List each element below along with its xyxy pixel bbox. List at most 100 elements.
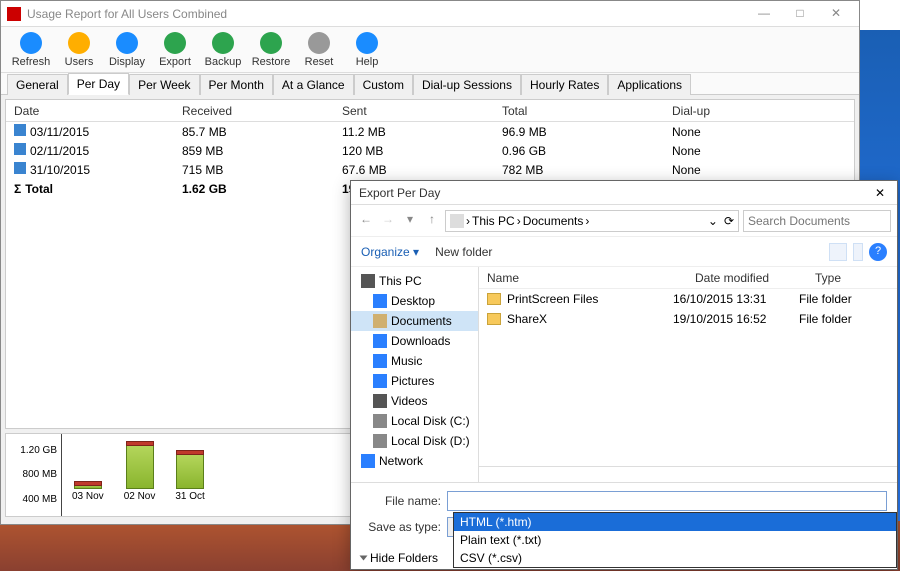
tree-item-pictures[interactable]: Pictures [351,371,478,391]
refresh-button[interactable]: Refresh [9,32,53,68]
nav-forward-button[interactable]: → [379,212,397,230]
table-row[interactable]: 31/10/2015715 MB67.6 MB782 MBNone [6,160,854,179]
filename-label: File name: [361,494,441,508]
view-dropdown-button[interactable] [853,243,863,261]
tool-label: Reset [305,56,334,68]
net-icon [361,454,375,468]
file-date: 16/10/2015 13:31 [673,292,793,306]
tree-label: Documents [391,314,452,328]
tree-item-music[interactable]: Music [351,351,478,371]
users-button[interactable]: Users [57,32,101,68]
col-total[interactable]: Total [494,100,664,121]
tab-hourly-rates[interactable]: Hourly Rates [521,74,608,95]
ytick: 1.20 GB [20,445,57,456]
help-icon[interactable]: ? [869,243,887,261]
dl-icon [373,334,387,348]
vid-icon [373,394,387,408]
tree-item-desktop[interactable]: Desktop [351,291,478,311]
pc-icon [450,214,464,228]
col-date[interactable]: Date [6,100,174,121]
col-type[interactable]: Type [807,267,897,288]
tree-label: Desktop [391,294,435,308]
close-button[interactable]: ✕ [819,4,853,24]
file-name: PrintScreen Files [507,292,667,306]
tab-custom[interactable]: Custom [354,74,413,95]
export-button[interactable]: Export [153,32,197,68]
tool-label: Backup [205,56,242,68]
dialog-close-button[interactable]: ✕ [871,186,889,200]
address-dropdown-icon[interactable]: ⌄ [708,214,718,228]
tab-per-month[interactable]: Per Month [200,74,273,95]
path-sep: › [517,214,521,228]
tree-item-local-disk-c-[interactable]: Local Disk (C:) [351,411,478,431]
restore-button[interactable]: Restore [249,32,293,68]
reset-button[interactable]: Reset [297,32,341,68]
ytick: 800 MB [23,469,57,480]
display-button[interactable]: Display [105,32,149,68]
view-options-button[interactable] [829,243,847,261]
table-row[interactable]: 02/11/2015859 MB120 MB0.96 GBNone [6,141,854,160]
path-sep: › [466,214,470,228]
new-folder-button[interactable]: New folder [435,245,492,259]
nav-back-button[interactable]: ← [357,212,375,230]
tab-general[interactable]: General [7,74,68,95]
backup-icon [212,32,234,54]
tree-item-documents[interactable]: Documents [351,311,478,331]
tab-per-day[interactable]: Per Day [68,73,129,95]
minimize-button[interactable]: — [747,4,781,24]
backup-button[interactable]: Backup [201,32,245,68]
file-row[interactable]: PrintScreen Files16/10/2015 13:31File fo… [479,289,897,309]
path-seg[interactable]: This PC [472,214,515,228]
path-seg[interactable]: Documents [523,214,584,228]
tree-item-local-disk-d-[interactable]: Local Disk (D:) [351,431,478,451]
display-icon [116,32,138,54]
hide-folders-label: Hide Folders [370,551,438,565]
dialog-title: Export Per Day [359,186,871,200]
tree-item-downloads[interactable]: Downloads [351,331,478,351]
path-sep: › [585,214,589,228]
table-row[interactable]: 03/11/201585.7 MB11.2 MB96.9 MBNone [6,122,854,141]
file-row[interactable]: ShareX19/10/2015 16:52File folder [479,309,897,329]
tab-dial-up-sessions[interactable]: Dial-up Sessions [413,74,521,95]
refresh-icon[interactable]: ⟳ [724,214,734,228]
file-name: ShareX [507,312,667,326]
nav-up-button[interactable]: ↑ [423,212,441,230]
tool-label: Display [109,56,145,68]
saveas-label: Save as type: [361,520,441,534]
disk-icon [373,434,387,448]
tab-at-a-glance[interactable]: At a Glance [273,74,354,95]
chart-bar: 03 Nov [72,484,104,502]
doc-icon [373,314,387,328]
organize-button[interactable]: Organize ▾ [361,245,419,259]
filename-input[interactable] [447,491,887,511]
tree-label: Pictures [391,374,434,388]
dropdown-option[interactable]: CSV (*.csv) [454,549,896,567]
help-button[interactable]: Help [345,32,389,68]
tree-item-videos[interactable]: Videos [351,391,478,411]
pc-icon [361,274,375,288]
col-sent[interactable]: Sent [334,100,494,121]
tree-label: This PC [379,274,422,288]
dropdown-option[interactable]: HTML (*.htm) [454,513,896,531]
maximize-button[interactable]: □ [783,4,817,24]
nav-recent-button[interactable]: ▾ [401,212,419,230]
horizontal-scrollbar[interactable] [479,466,897,482]
dropdown-option[interactable]: Plain text (*.txt) [454,531,896,549]
col-dialup[interactable]: Dial-up [664,100,814,121]
tree-label: Local Disk (D:) [391,434,470,448]
tab-per-week[interactable]: Per Week [129,74,199,95]
tree-item-this-pc[interactable]: This PC [351,271,478,291]
ytick: 400 MB [23,494,57,505]
tree-item-network[interactable]: Network [351,451,478,471]
col-received[interactable]: Received [174,100,334,121]
chevron-icon [360,556,368,561]
saveas-dropdown: HTML (*.htm)Plain text (*.txt)CSV (*.csv… [453,512,897,568]
refresh-icon [20,32,42,54]
chart-bar: 02 Nov [124,444,156,502]
col-date-modified[interactable]: Date modified [687,267,807,288]
col-name[interactable]: Name [479,267,687,288]
tree-label: Music [391,354,422,368]
address-bar[interactable]: › This PC › Documents › ⌄ ⟳ [445,210,739,232]
search-input[interactable] [743,210,891,232]
tab-applications[interactable]: Applications [608,74,691,95]
